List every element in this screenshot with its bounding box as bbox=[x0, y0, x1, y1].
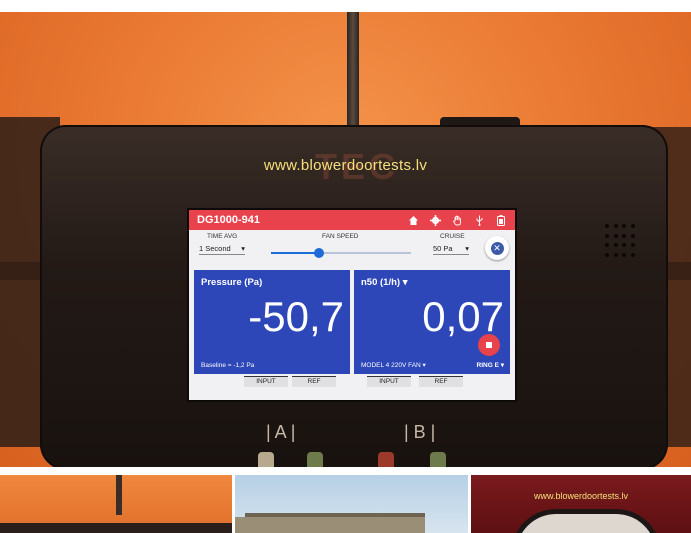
hand-icon[interactable] bbox=[451, 214, 463, 226]
main-photo: TEC www.blowerdoortests.lv DG1000-941 TI… bbox=[0, 12, 691, 467]
cruise-label: CRUISE bbox=[440, 233, 465, 240]
close-icon: ✕ bbox=[490, 241, 504, 255]
time-avg-value: 1 Second bbox=[199, 244, 231, 253]
chevron-down-icon: ▾ bbox=[465, 244, 469, 253]
top-bar: DG1000-941 bbox=[189, 210, 515, 230]
ring-text: RING E bbox=[476, 362, 499, 369]
thumbnail-fan bbox=[511, 509, 661, 533]
watermark-text: www.blowerdoortests.lv bbox=[263, 157, 428, 174]
close-button[interactable]: ✕ bbox=[485, 236, 509, 260]
battery-icon bbox=[495, 214, 507, 226]
thumbnail-1[interactable] bbox=[0, 475, 232, 533]
ring-select[interactable]: RING E ▾ bbox=[477, 361, 504, 369]
thumbnail-pole bbox=[116, 475, 122, 515]
touch-screen: DG1000-941 TIME AVG 1 Second ▾ FAN SPEED… bbox=[187, 208, 517, 402]
chevron-down-icon: ▾ bbox=[241, 244, 245, 253]
port-b-label: | B | bbox=[404, 422, 436, 442]
fan-model-text: MODEL 4 220V FAN bbox=[361, 362, 421, 369]
tab-ref-b[interactable]: REF bbox=[419, 376, 463, 387]
fan-speed-slider[interactable] bbox=[271, 248, 411, 258]
thumbnail-device bbox=[0, 523, 232, 533]
connector-b-input bbox=[378, 452, 394, 467]
port-a-label: | A | bbox=[266, 422, 296, 442]
time-avg-label: TIME AVG bbox=[207, 233, 238, 240]
chevron-down-icon: ▾ bbox=[422, 362, 426, 369]
tab-ref-a[interactable]: REF bbox=[292, 376, 336, 387]
home-icon[interactable] bbox=[407, 214, 419, 226]
fan-speed-label: FAN SPEED bbox=[322, 233, 359, 240]
connector-a-input bbox=[258, 452, 274, 467]
mounting-pole bbox=[347, 12, 359, 132]
control-row: TIME AVG 1 Second ▾ FAN SPEED CRUISE 50 … bbox=[189, 230, 515, 268]
thumbnail-watermark: www.blowerdoortests.lv bbox=[533, 491, 629, 501]
channel-a-panel[interactable]: Pressure (Pa) -50,7 Baseline = -1,2 Pa bbox=[194, 270, 350, 374]
tab-input-b[interactable]: INPUT bbox=[367, 376, 411, 387]
connector-b-ref bbox=[430, 452, 446, 467]
fan-speed-fill bbox=[271, 252, 319, 254]
chevron-down-icon: ▾ bbox=[402, 277, 408, 288]
thumbnail-strip: www.blowerdoortests.lv bbox=[0, 475, 691, 533]
fan-model-select[interactable]: MODEL 4 220V FAN ▾ bbox=[361, 361, 426, 369]
channel-a-label: Pressure (Pa) bbox=[201, 277, 263, 288]
thumbnail-frame bbox=[235, 517, 425, 533]
device-id: DG1000-941 bbox=[197, 214, 260, 226]
cruise-select[interactable]: 50 Pa ▾ bbox=[433, 244, 469, 255]
channel-b-label: n50 (1/h) ▾ bbox=[361, 277, 408, 288]
tab-input-a[interactable]: INPUT bbox=[244, 376, 288, 387]
baseline-text: Baseline = -1,2 Pa bbox=[201, 362, 255, 369]
stop-icon bbox=[486, 342, 492, 348]
connector-a-ref bbox=[307, 452, 323, 467]
input-tabs: INPUT REF INPUT REF bbox=[189, 376, 515, 390]
chevron-down-icon: ▾ bbox=[500, 362, 504, 369]
channel-b-panel[interactable]: n50 (1/h) ▾ 0,07 MODEL 4 220V FAN ▾ RING… bbox=[354, 270, 510, 374]
thumbnail-2[interactable] bbox=[235, 475, 468, 533]
fan-speed-knob[interactable] bbox=[313, 248, 324, 258]
usb-icon bbox=[473, 214, 485, 226]
stop-button[interactable] bbox=[478, 334, 500, 356]
cruise-value: 50 Pa bbox=[433, 244, 453, 253]
time-avg-select[interactable]: 1 Second ▾ bbox=[199, 244, 245, 255]
speaker-grille bbox=[605, 224, 635, 258]
thumbnail-3[interactable]: www.blowerdoortests.lv bbox=[471, 475, 691, 533]
channel-a-value: -50,7 bbox=[248, 293, 344, 340]
gear-icon[interactable] bbox=[429, 214, 441, 226]
